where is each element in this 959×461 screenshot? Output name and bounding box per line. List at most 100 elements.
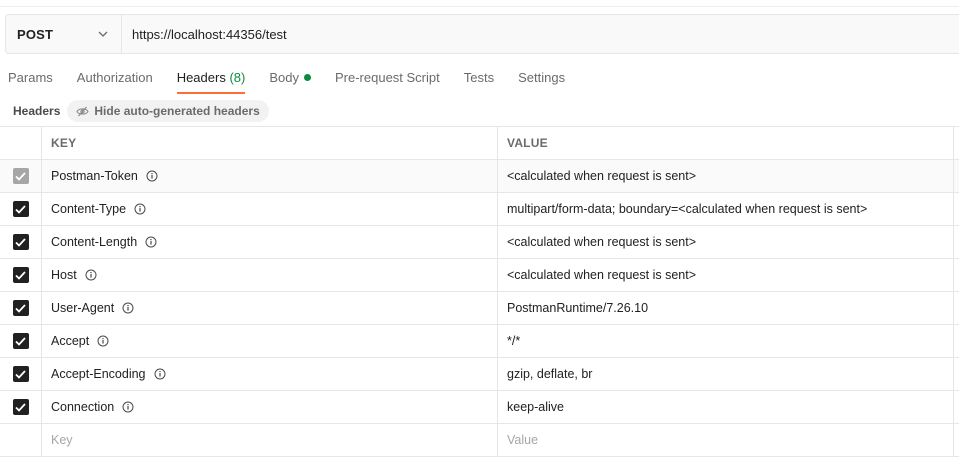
key-cell: User-Agent xyxy=(42,292,498,324)
info-icon[interactable] xyxy=(146,170,158,182)
check-icon xyxy=(15,237,26,247)
tab-label: Pre-request Script xyxy=(334,70,440,85)
new-value-input[interactable]: Value xyxy=(498,424,954,456)
check-icon xyxy=(15,171,26,181)
row-checkbox[interactable] xyxy=(12,234,29,250)
header-value: PostmanRuntime/7.26.10 xyxy=(498,292,954,324)
tab-label: Body xyxy=(269,70,299,85)
table-header-row: KEY VALUE xyxy=(0,127,959,160)
header-value: <calculated when request is sent> xyxy=(498,160,954,192)
headers-table: KEY VALUE Postman-Token <calculated when… xyxy=(0,126,959,457)
table-row: Accept */* xyxy=(0,325,959,358)
row-checkbox[interactable] xyxy=(12,333,29,349)
header-value: gzip, deflate, br xyxy=(498,358,954,390)
hide-button-label: Hide auto-generated headers xyxy=(94,104,260,118)
info-icon[interactable] xyxy=(154,368,166,380)
table-row: Postman-Token <calculated when request i… xyxy=(0,160,959,193)
key-cell: Postman-Token xyxy=(42,160,498,192)
key-cell: Accept xyxy=(42,325,498,357)
value-column-header: VALUE xyxy=(498,127,954,159)
check-icon xyxy=(15,402,26,412)
tab-body[interactable]: Body xyxy=(269,66,311,94)
tab-settings[interactable]: Settings xyxy=(518,66,565,94)
table-row: Host <calculated when request is sent> xyxy=(0,259,959,292)
new-key-input[interactable]: Key xyxy=(42,424,498,456)
check-cell xyxy=(0,358,42,390)
table-row: Content-Length <calculated when request … xyxy=(0,226,959,259)
check-cell xyxy=(0,193,42,225)
header-key: Content-Type xyxy=(51,202,127,216)
method-select[interactable]: POST xyxy=(6,15,122,53)
header-key: Host xyxy=(51,268,77,282)
header-value: multipart/form-data; boundary=<calculate… xyxy=(498,193,954,225)
modified-dot-icon xyxy=(303,74,311,81)
tab-headers[interactable]: Headers (8) xyxy=(176,66,246,94)
request-bar: POST https://localhost:44356/test xyxy=(5,14,959,54)
tab-count-badge: (8) xyxy=(229,70,246,85)
tab-label: Params xyxy=(8,70,53,85)
table-row: User-Agent PostmanRuntime/7.26.10 xyxy=(0,292,959,325)
header-key: Content-Length xyxy=(51,235,138,249)
tab-label: Settings xyxy=(518,70,566,85)
check-cell xyxy=(0,424,42,456)
headers-subheader: Headers Hide auto-generated headers xyxy=(13,100,269,122)
tab-params[interactable]: Params xyxy=(8,66,53,94)
header-key: Accept xyxy=(51,334,90,348)
tab-label: Authorization xyxy=(76,70,153,85)
row-checkbox[interactable] xyxy=(12,399,29,415)
info-icon[interactable] xyxy=(85,269,97,281)
table-row: Accept-Encoding gzip, deflate, br xyxy=(0,358,959,391)
info-icon[interactable] xyxy=(134,203,146,215)
header-value: */* xyxy=(498,325,954,357)
info-icon[interactable] xyxy=(145,236,157,248)
check-icon xyxy=(15,270,26,280)
table-row: Content-Type multipart/form-data; bounda… xyxy=(0,193,959,226)
header-check-cell xyxy=(0,127,42,159)
table-row: Connection keep-alive xyxy=(0,391,959,424)
url-input[interactable]: https://localhost:44356/test xyxy=(122,27,287,42)
check-cell xyxy=(0,292,42,324)
check-icon xyxy=(15,204,26,214)
row-checkbox[interactable] xyxy=(12,300,29,316)
info-icon[interactable] xyxy=(122,401,134,413)
header-value: keep-alive xyxy=(498,391,954,423)
tab-label: Headers xyxy=(176,70,226,85)
request-tabs: Params Authorization Headers (8) Body Pr… xyxy=(8,66,589,94)
header-key: Accept-Encoding xyxy=(51,367,146,381)
key-column-header: KEY xyxy=(42,127,498,159)
row-checkbox[interactable] xyxy=(12,168,29,184)
key-cell: Content-Length xyxy=(42,226,498,258)
check-cell xyxy=(0,226,42,258)
eye-slash-icon xyxy=(76,106,90,116)
key-cell: Accept-Encoding xyxy=(42,358,498,390)
tab-pre-request-script[interactable]: Pre-request Script xyxy=(335,66,440,94)
new-header-row: Key Value xyxy=(0,424,959,457)
row-checkbox[interactable] xyxy=(12,366,29,382)
info-icon[interactable] xyxy=(122,302,134,314)
row-checkbox[interactable] xyxy=(12,201,29,217)
key-cell: Connection xyxy=(42,391,498,423)
info-icon[interactable] xyxy=(97,335,109,347)
row-checkbox[interactable] xyxy=(12,267,29,283)
tab-authorization[interactable]: Authorization xyxy=(77,66,153,94)
check-cell xyxy=(0,391,42,423)
header-value: <calculated when request is sent> xyxy=(498,259,954,291)
section-title: Headers xyxy=(13,104,61,118)
key-cell: Content-Type xyxy=(42,193,498,225)
key-cell: Host xyxy=(42,259,498,291)
check-cell xyxy=(0,259,42,291)
header-key: Postman-Token xyxy=(51,169,138,183)
check-cell xyxy=(0,160,42,192)
check-icon xyxy=(15,336,26,346)
check-cell xyxy=(0,325,42,357)
hide-auto-generated-button[interactable]: Hide auto-generated headers xyxy=(67,100,269,122)
check-icon xyxy=(15,303,26,313)
check-icon xyxy=(15,369,26,379)
method-label: POST xyxy=(17,26,54,42)
tab-label: Tests xyxy=(463,70,495,85)
top-divider xyxy=(0,6,959,7)
tab-tests[interactable]: Tests xyxy=(464,66,494,94)
header-key: Connection xyxy=(51,400,115,414)
chevron-down-icon xyxy=(97,28,109,40)
header-value: <calculated when request is sent> xyxy=(498,226,954,258)
